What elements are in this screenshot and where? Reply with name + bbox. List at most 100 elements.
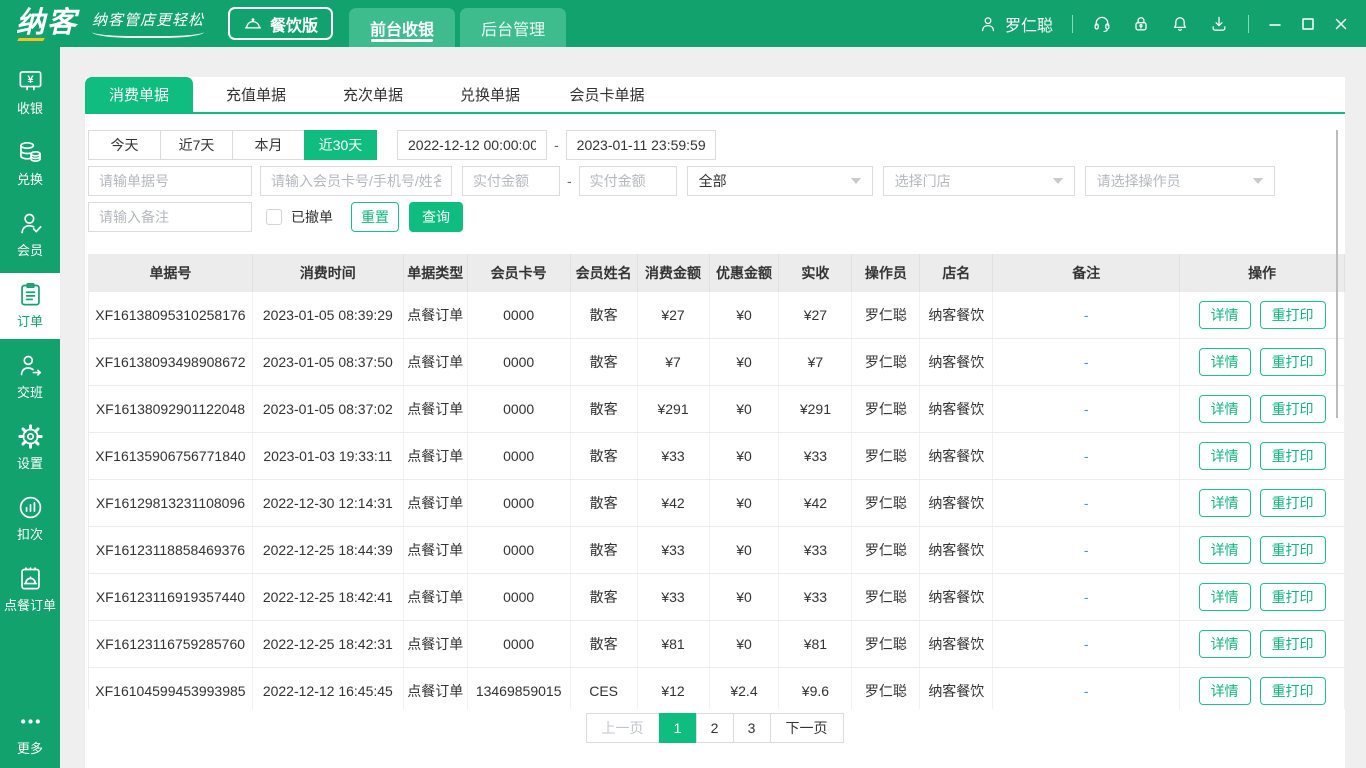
bill-type-select[interactable]: 全部 (686, 166, 873, 196)
cell-operator: 罗仁聪 (852, 339, 921, 385)
sidebar-item-shift[interactable]: 交班 (0, 344, 60, 410)
sidebar-item-cashier[interactable]: ¥ 收银 (0, 60, 60, 126)
cell-bill-no: XF16138095310258176 (89, 292, 253, 338)
download-icon[interactable] (1209, 14, 1229, 34)
cell-paid: ¥291 (779, 386, 853, 432)
sidebar-item-member[interactable]: 会员 (0, 202, 60, 268)
nav-tab-back-office[interactable]: 后台管理 (460, 8, 567, 47)
sidebar-item-exchange[interactable]: 兑换 (0, 131, 60, 197)
page-button-2[interactable]: 2 (695, 713, 734, 743)
cell-store: 纳客餐饮 (920, 621, 994, 667)
bill-no-input[interactable] (88, 166, 252, 196)
reprint-button[interactable]: 重打印 (1259, 301, 1326, 329)
cell-store: 纳客餐饮 (920, 527, 994, 573)
reprint-button[interactable]: 重打印 (1259, 536, 1326, 564)
pagination-next-button[interactable]: 下一页 (769, 713, 844, 743)
maximize-icon[interactable] (1301, 17, 1315, 31)
cell-discount: ¥0 (710, 433, 780, 479)
lock-icon[interactable] (1131, 14, 1151, 34)
remark-input[interactable] (88, 202, 252, 232)
reprint-button[interactable]: 重打印 (1259, 348, 1326, 376)
vertical-scrollbar[interactable] (1336, 130, 1338, 418)
reset-button[interactable]: 重置 (351, 202, 399, 232)
paid-amount-max-input[interactable] (578, 166, 677, 196)
voided-checkbox[interactable] (266, 209, 282, 225)
store-select[interactable]: 选择门店 (882, 166, 1075, 196)
tab-exchange-bills[interactable]: 兑换单据 (436, 77, 544, 112)
pagination: 上一页 123 下一页 (85, 713, 1345, 743)
tab-recharge-bills[interactable]: 充值单据 (202, 77, 310, 112)
page-button-1[interactable]: 1 (658, 713, 697, 743)
sidebar-item-settings[interactable]: 设置 (0, 415, 60, 481)
cell-member: 散客 (571, 386, 638, 432)
reprint-button[interactable]: 重打印 (1259, 489, 1326, 517)
sidebar-item-label: 更多 (16, 741, 43, 756)
detail-button[interactable]: 详情 (1198, 630, 1251, 658)
cell-card-no: 13469859015 (468, 668, 571, 709)
detail-button[interactable]: 详情 (1198, 442, 1251, 470)
cell-time: 2022-12-25 18:42:31 (253, 621, 404, 667)
topbar-right: 罗仁聪 (978, 12, 1366, 36)
date-from-input[interactable] (397, 130, 547, 160)
sidebar: ¥ 收银 兑换 会员 订单 交班 设置 扣次 点餐订单 更多 (0, 47, 60, 768)
tab-member-card-bills[interactable]: 会员卡单据 (553, 77, 661, 112)
sidebar-item-more[interactable]: 更多 (0, 700, 60, 766)
cell-card-no: 0000 (468, 433, 571, 479)
reprint-button[interactable]: 重打印 (1259, 677, 1326, 705)
paid-amount-min-input[interactable] (462, 166, 560, 196)
svg-text:¥: ¥ (27, 74, 34, 86)
reprint-button[interactable]: 重打印 (1259, 442, 1326, 470)
sidebar-item-deduct[interactable]: 扣次 (0, 486, 60, 552)
cell-discount: ¥0 (710, 292, 780, 338)
minimize-icon[interactable] (1268, 17, 1282, 31)
headset-icon[interactable] (1092, 14, 1112, 34)
tab-consume-bills[interactable]: 消费单据 (85, 77, 193, 112)
pagination-pages: 123 (658, 713, 771, 743)
topbar-divider (1248, 14, 1249, 33)
reprint-button[interactable]: 重打印 (1259, 395, 1326, 423)
detail-button[interactable]: 详情 (1198, 583, 1251, 611)
cell-actions: 详情 重打印 (1180, 339, 1345, 385)
cell-amount: ¥42 (638, 480, 710, 526)
detail-button[interactable]: 详情 (1198, 489, 1251, 517)
date-to-input[interactable] (565, 130, 716, 160)
cell-store: 纳客餐饮 (920, 339, 994, 385)
cell-member: 散客 (571, 433, 638, 479)
detail-button[interactable]: 详情 (1198, 301, 1251, 329)
detail-button[interactable]: 详情 (1198, 536, 1251, 564)
preset-30days-button[interactable]: 近30天 (304, 130, 377, 160)
detail-button[interactable]: 详情 (1198, 395, 1251, 423)
cell-actions: 详情 重打印 (1180, 574, 1345, 620)
nav-tab-front-cashier[interactable]: 前台收银 (349, 8, 456, 47)
version-button[interactable]: 餐饮版 (228, 7, 334, 40)
cell-remark: - (993, 621, 1181, 667)
header-cell: 消费金额 (638, 254, 710, 292)
cell-store: 纳客餐饮 (920, 574, 994, 620)
reprint-button[interactable]: 重打印 (1259, 630, 1326, 658)
cell-member: 散客 (571, 480, 638, 526)
close-icon[interactable] (1334, 17, 1348, 31)
pagination-prev-button[interactable]: 上一页 (585, 713, 660, 743)
header-cell: 操作员 (852, 254, 921, 292)
reprint-button[interactable]: 重打印 (1259, 583, 1326, 611)
detail-button[interactable]: 详情 (1198, 348, 1251, 376)
member-search-input[interactable] (260, 166, 452, 196)
preset-month-button[interactable]: 本月 (232, 130, 305, 160)
search-button[interactable]: 查询 (409, 202, 463, 232)
detail-button[interactable]: 详情 (1198, 677, 1251, 705)
cell-actions: 详情 重打印 (1180, 668, 1345, 709)
cell-discount: ¥0 (710, 386, 780, 432)
operator-select[interactable]: 请选择操作员 (1084, 166, 1275, 196)
sidebar-item-meal-orders[interactable]: 点餐订单 (0, 557, 60, 623)
preset-today-button[interactable]: 今天 (88, 130, 161, 160)
bell-icon[interactable] (1170, 14, 1190, 34)
preset-7days-button[interactable]: 近7天 (160, 130, 233, 160)
topbar-nav: 前台收银 后台管理 (349, 8, 567, 47)
page-button-3[interactable]: 3 (732, 713, 771, 743)
bill-type-select-value: 全部 (698, 173, 727, 189)
sidebar-item-orders[interactable]: 订单 (0, 273, 60, 339)
tab-recharge-count-bills[interactable]: 充次单据 (319, 77, 427, 112)
cell-discount: ¥0 (710, 480, 780, 526)
user-account[interactable]: 罗仁聪 (978, 12, 1053, 36)
sidebar-item-label: 点餐订单 (3, 598, 56, 613)
